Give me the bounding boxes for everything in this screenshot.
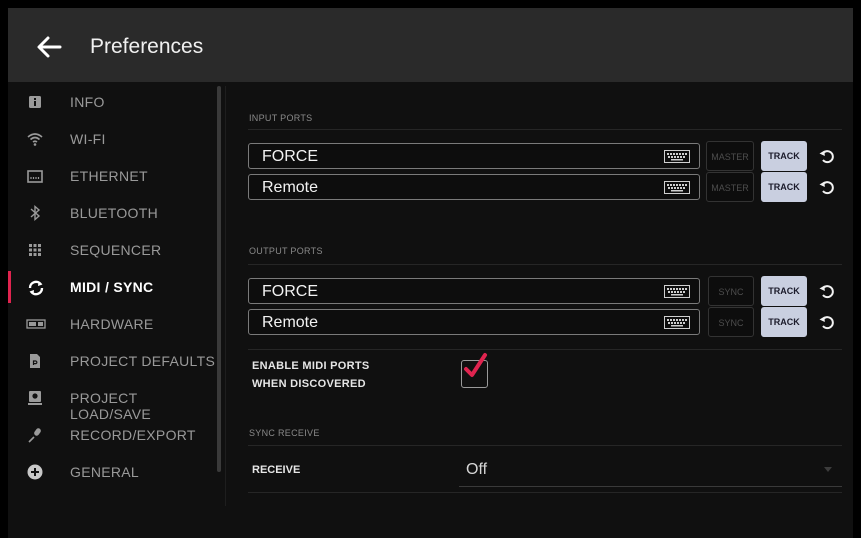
- port-name: FORCE: [262, 148, 318, 165]
- divider: [248, 264, 842, 265]
- sequencer-icon: [26, 241, 44, 259]
- master-toggle[interactable]: MASTER: [706, 172, 754, 202]
- port-name: Remote: [262, 314, 319, 331]
- output-port-remote[interactable]: Remote: [248, 309, 700, 335]
- sidebar-item-midi-sync[interactable]: MIDI / SYNC: [8, 269, 216, 305]
- sidebar-item-label: PROJECT DEFAULTS: [70, 353, 216, 369]
- sidebar: INFO WI-FI ETHERNET BLUETOOTH SEQUENCER …: [8, 84, 222, 504]
- sidebar-item-ethernet[interactable]: ETHERNET: [8, 158, 216, 194]
- sync-toggle[interactable]: SYNC: [708, 276, 754, 306]
- wifi-icon: [26, 130, 44, 148]
- reset-icon[interactable]: [818, 147, 836, 165]
- divider: [248, 129, 842, 130]
- enable-midi-checkbox[interactable]: [461, 353, 488, 388]
- sidebar-divider: [225, 86, 226, 506]
- track-toggle[interactable]: TRACK: [761, 276, 807, 306]
- active-indicator: [8, 271, 11, 303]
- port-name: FORCE: [262, 283, 318, 300]
- sidebar-item-label: GENERAL: [70, 464, 140, 480]
- output-ports-heading: OUTPUT PORTS: [249, 246, 323, 256]
- microphone-icon: [26, 426, 44, 444]
- sidebar-item-project-defaults[interactable]: PROJECT DEFAULTS: [8, 343, 216, 379]
- reset-icon[interactable]: [818, 282, 836, 300]
- divider: [248, 445, 842, 446]
- keyboard-icon[interactable]: [664, 285, 690, 298]
- port-name: Remote: [262, 179, 319, 196]
- page-title: Preferences: [90, 35, 204, 58]
- sidebar-item-wifi[interactable]: WI-FI: [8, 121, 216, 157]
- receive-select[interactable]: Off: [459, 454, 842, 487]
- header-bar: Preferences: [8, 8, 853, 82]
- chevron-down-icon: [824, 467, 832, 472]
- reset-icon[interactable]: [818, 313, 836, 331]
- input-ports-heading: INPUT PORTS: [249, 113, 313, 123]
- sidebar-item-label: HARDWARE: [70, 316, 154, 332]
- divider: [248, 349, 842, 350]
- bluetooth-icon: [26, 204, 44, 222]
- checkmark-icon: [464, 353, 487, 377]
- sidebar-item-label: ETHERNET: [70, 168, 148, 184]
- back-arrow-icon[interactable]: [34, 32, 64, 62]
- track-toggle[interactable]: TRACK: [761, 172, 807, 202]
- sidebar-item-hardware[interactable]: HARDWARE: [8, 306, 216, 342]
- keyboard-icon[interactable]: [664, 181, 690, 194]
- receive-value: Off: [466, 461, 488, 478]
- enable-midi-label-line2: WHEN DISCOVERED: [252, 378, 366, 390]
- sidebar-scrollbar[interactable]: [217, 86, 221, 472]
- track-toggle[interactable]: TRACK: [761, 141, 807, 171]
- input-port-remote[interactable]: Remote: [248, 174, 700, 200]
- keyboard-icon[interactable]: [664, 316, 690, 329]
- output-port-force[interactable]: FORCE: [248, 278, 700, 304]
- sidebar-item-label: RECORD/EXPORT: [70, 427, 196, 443]
- sidebar-item-sequencer[interactable]: SEQUENCER: [8, 232, 216, 268]
- keyboard-icon[interactable]: [664, 150, 690, 163]
- sidebar-item-record-export[interactable]: RECORD/EXPORT: [8, 417, 216, 453]
- sidebar-item-label: SEQUENCER: [70, 242, 162, 258]
- plus-circle-icon: [26, 463, 44, 481]
- project-load-save-icon: [26, 389, 44, 407]
- midi-sync-icon: [26, 278, 44, 296]
- sync-receive-heading: SYNC RECEIVE: [249, 428, 320, 438]
- input-port-force[interactable]: FORCE: [248, 143, 700, 169]
- sidebar-item-label: WI-FI: [70, 131, 106, 147]
- enable-midi-label-line1: ENABLE MIDI PORTS: [252, 360, 370, 372]
- sidebar-item-label: BLUETOOTH: [70, 205, 159, 221]
- receive-label: RECEIVE: [252, 464, 301, 476]
- project-defaults-icon: [26, 352, 44, 370]
- sidebar-item-label: INFO: [70, 94, 105, 110]
- info-icon: [26, 93, 44, 111]
- divider: [248, 492, 842, 493]
- sidebar-item-bluetooth[interactable]: BLUETOOTH: [8, 195, 216, 231]
- track-toggle[interactable]: TRACK: [761, 307, 807, 337]
- ethernet-icon: [26, 167, 44, 185]
- master-toggle[interactable]: MASTER: [706, 141, 754, 171]
- sidebar-item-label: MIDI / SYNC: [70, 279, 154, 295]
- sync-toggle[interactable]: SYNC: [708, 307, 754, 337]
- sidebar-item-general[interactable]: GENERAL: [8, 454, 216, 490]
- sidebar-item-project-load-save[interactable]: PROJECT LOAD/SAVE: [8, 380, 216, 422]
- sidebar-item-info[interactable]: INFO: [8, 84, 216, 120]
- reset-icon[interactable]: [818, 178, 836, 196]
- hardware-icon: [26, 315, 46, 333]
